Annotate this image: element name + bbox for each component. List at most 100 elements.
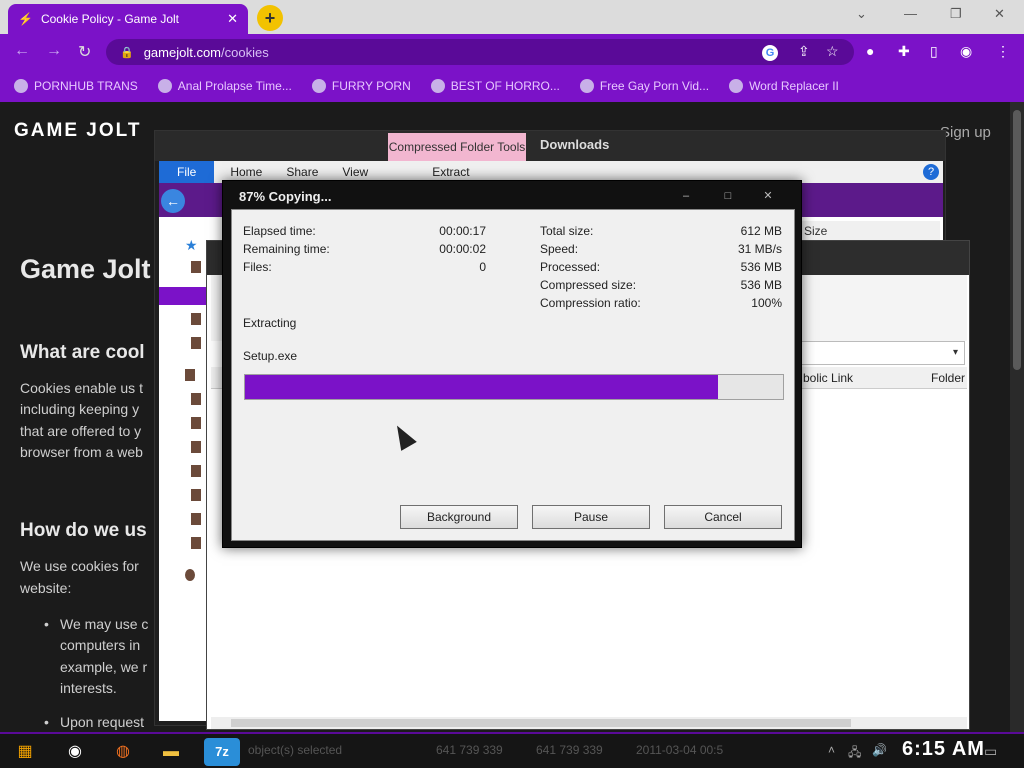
compressed-size-value: 536 MB: [740, 278, 782, 292]
reload-button[interactable]: ↻: [78, 42, 91, 62]
pause-button[interactable]: Pause: [532, 505, 650, 529]
column-folder[interactable]: Folder: [931, 371, 965, 385]
folder-icon[interactable]: [185, 369, 195, 381]
remaining-label: Remaining time:: [243, 242, 330, 256]
ribbon-tab-home[interactable]: Home: [214, 165, 274, 179]
start-button[interactable]: ▦: [10, 738, 40, 766]
explorer2-dropdown[interactable]: ▾: [797, 341, 965, 365]
gamejolt-favicon-icon: ⚡: [18, 12, 33, 26]
bookmark-item[interactable]: Free Gay Porn Vid...: [579, 79, 710, 93]
page-scrollbar[interactable]: [1010, 102, 1024, 732]
folder-icon[interactable]: [191, 261, 201, 273]
tray-chevron-icon[interactable]: ˄: [828, 743, 835, 757]
back-button[interactable]: ←: [14, 42, 30, 60]
folder-icon[interactable]: [191, 417, 201, 429]
bookmark-label: Free Gay Porn Vid...: [599, 79, 710, 93]
folder-icon[interactable]: [191, 489, 201, 501]
url-host: gamejolt.com: [143, 44, 222, 60]
cancel-button[interactable]: Cancel: [664, 505, 782, 529]
extension-avatar-icon[interactable]: ●: [866, 43, 874, 59]
file-explorer-taskbar-icon[interactable]: ▬: [156, 738, 186, 766]
bookmark-item[interactable]: Word Replacer II: [729, 79, 839, 93]
profile-icon[interactable]: ◉: [960, 43, 972, 60]
dialog-minimize-button[interactable]: –: [671, 187, 701, 205]
bookmark-item[interactable]: FURRY PORN: [311, 79, 411, 93]
copy-progress-bar: [244, 374, 784, 400]
close-window-button[interactable]: ✕: [994, 6, 1005, 22]
tab-search-icon[interactable]: ⌄: [856, 6, 867, 22]
folder-icon[interactable]: [191, 537, 201, 549]
address-bar[interactable]: 🔒 gamejolt.com/cookies: [106, 39, 854, 65]
folder-icon[interactable]: [191, 337, 201, 349]
signup-link[interactable]: Sign up: [940, 124, 991, 141]
ribbon-tab-file[interactable]: File: [159, 161, 215, 183]
browser-tabstrip: ⚡ Cookie Policy - Game Jolt ✕ + ⌄ — ❐ ✕: [0, 0, 1024, 34]
volume-icon[interactable]: 🔊: [872, 743, 887, 757]
files-label: Files:: [243, 260, 272, 274]
list-item-line: interests.: [60, 680, 117, 696]
ribbon-tab-share[interactable]: Share: [274, 165, 330, 179]
bookmark-favicon-icon: [579, 79, 594, 93]
bookmark-star-icon[interactable]: ☆: [826, 43, 839, 60]
gamejolt-logo[interactable]: GAME JOLT: [14, 120, 141, 142]
size-column-header[interactable]: Size: [800, 221, 940, 241]
restore-button[interactable]: ❐: [950, 6, 962, 22]
close-tab-icon[interactable]: ✕: [227, 11, 238, 27]
folder-icon[interactable]: [191, 393, 201, 405]
notifications-icon[interactable]: ▭: [984, 743, 997, 760]
heading-what-are-cookies: What are cool: [20, 342, 145, 363]
bookmark-label: Anal Prolapse Time...: [177, 79, 292, 93]
network-icon[interactable]: 🖧: [848, 743, 861, 764]
status-size-1: 641 739 339: [436, 743, 503, 757]
quick-access-star-icon[interactable]: ★: [185, 237, 198, 254]
menu-icon[interactable]: ⋮: [996, 43, 1010, 60]
progress-fill: [245, 375, 719, 399]
bookmark-favicon-icon: [157, 79, 172, 93]
side-panel-icon[interactable]: ▯: [930, 43, 938, 60]
bookmark-label: Word Replacer II: [749, 79, 839, 93]
dialog-close-button[interactable]: ✕: [753, 187, 783, 205]
background-button[interactable]: Background: [400, 505, 518, 529]
browser-toolbar: ← → ↻ 🔒 gamejolt.com/cookies ⇪ ☆ ● ✚ ▯ ◉…: [0, 34, 1024, 70]
folder-icon[interactable]: [191, 441, 201, 453]
page-title: Game Jolt: [20, 254, 151, 284]
bookmark-item[interactable]: PORNHUB TRANS: [14, 79, 138, 93]
explorer-window-title: Downloads: [540, 137, 610, 152]
explorer-back-icon[interactable]: ←: [161, 189, 185, 213]
share-icon[interactable]: ⇪: [798, 43, 810, 60]
help-icon[interactable]: ?: [923, 164, 939, 180]
tab-compressed-folder-tools[interactable]: Compressed Folder Tools: [388, 133, 526, 161]
tab-cookie-policy[interactable]: ⚡ Cookie Policy - Game Jolt ✕: [8, 4, 248, 34]
scrollbar-thumb[interactable]: [231, 719, 851, 727]
explorer2-hscrollbar[interactable]: [211, 717, 967, 729]
sevenzip-taskbar-icon[interactable]: 7z: [204, 738, 240, 766]
extensions-puzzle-icon[interactable]: ✚: [898, 43, 910, 60]
firefox-taskbar-icon[interactable]: ◍: [108, 738, 138, 766]
speed-label: Speed:: [540, 242, 579, 256]
selected-nav-item[interactable]: [159, 287, 207, 305]
new-tab-button[interactable]: +: [257, 5, 283, 31]
scrollbar-thumb[interactable]: [1013, 110, 1021, 370]
bookmark-item[interactable]: Anal Prolapse Time...: [157, 79, 292, 93]
chrome-taskbar-icon[interactable]: ◉: [60, 738, 90, 766]
folder-icon[interactable]: [191, 313, 201, 325]
processed-value: 536 MB: [740, 260, 782, 274]
taskbar-clock[interactable]: 6:15 AM: [902, 738, 985, 761]
dialog-maximize-button[interactable]: □: [713, 187, 743, 205]
drive-icon[interactable]: [185, 569, 195, 581]
column-symbolic-link[interactable]: bolic Link: [803, 371, 853, 385]
list-item-line: example, we r: [60, 659, 148, 675]
forward-button[interactable]: →: [46, 42, 62, 60]
bookmark-item[interactable]: BEST OF HORRO...: [430, 79, 560, 93]
folder-icon[interactable]: [191, 465, 201, 477]
compression-ratio-label: Compression ratio:: [540, 296, 641, 310]
minimize-button[interactable]: —: [904, 6, 917, 21]
compressed-size-label: Compressed size:: [540, 278, 637, 292]
folder-icon[interactable]: [191, 513, 201, 525]
google-lens-icon[interactable]: G: [762, 45, 778, 61]
ribbon-tab-view[interactable]: View: [330, 165, 380, 179]
ribbon-tab-extract[interactable]: Extract: [380, 165, 481, 179]
processed-label: Processed:: [540, 260, 601, 274]
elapsed-label: Elapsed time:: [243, 224, 316, 238]
taskbar: ▦ ◉ ◍ ▬ 7z object(s) selected 641 739 33…: [0, 732, 1024, 768]
